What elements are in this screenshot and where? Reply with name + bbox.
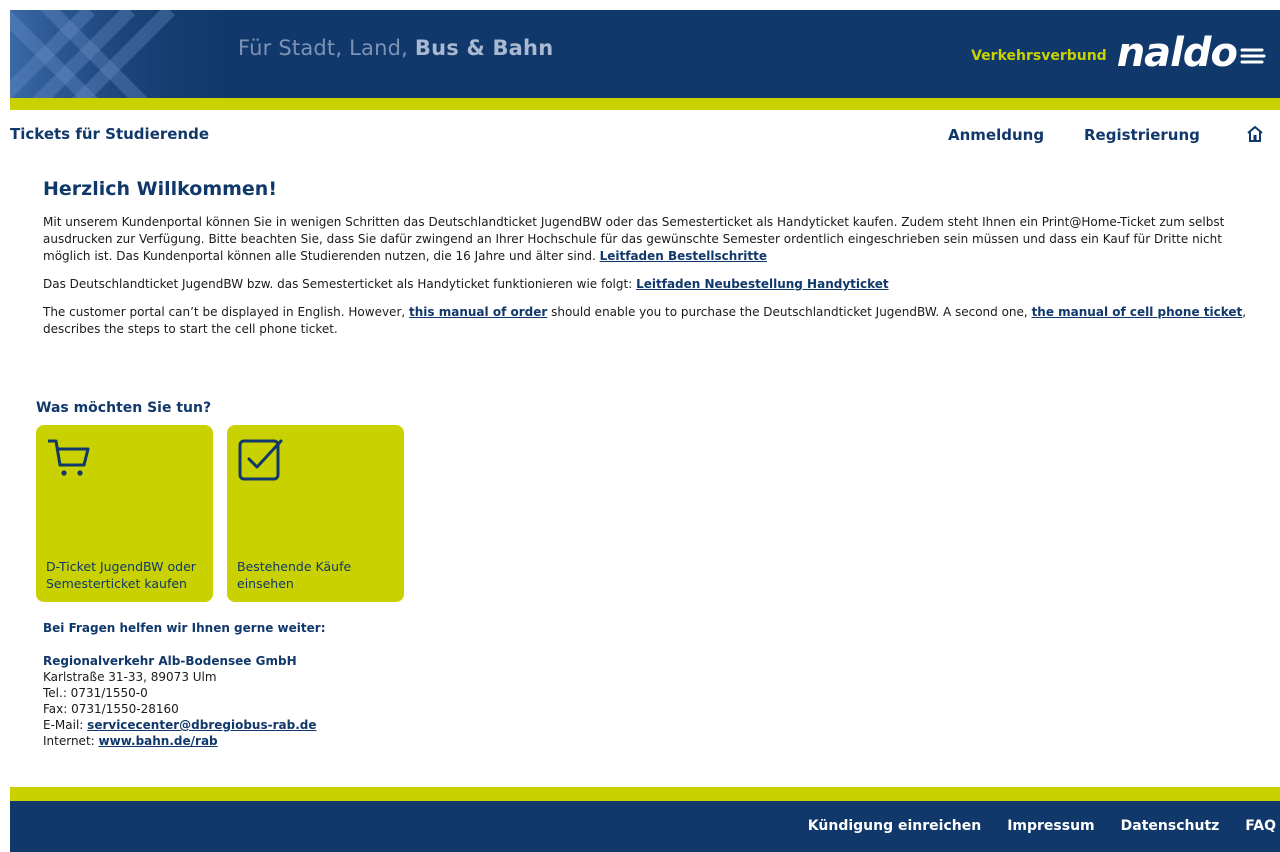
contact-block: Bei Fragen helfen wir Ihnen gerne weiter… bbox=[43, 620, 543, 749]
welcome-heading: Herzlich Willkommen! bbox=[43, 178, 277, 200]
site-footer: Kündigung einreichen Impressum Datenschu… bbox=[10, 801, 1280, 852]
sub-navigation: Tickets für Studierende Anmeldung Regist… bbox=[10, 122, 1280, 150]
company-email-line: E-Mail: servicecenter@dbregiobus-rab.de bbox=[43, 718, 317, 732]
manual-of-order-link[interactable]: this manual of order bbox=[409, 305, 547, 319]
company-fax: Fax: 0731/1550-28160 bbox=[43, 702, 179, 716]
company-tel: Tel.: 0731/1550-0 bbox=[43, 686, 148, 700]
company-name: Regionalverkehr Alb-Bodensee GmbH bbox=[43, 654, 297, 668]
header-accent-bar bbox=[10, 98, 1280, 110]
header-tagline: Für Stadt, Land, Bus & Bahn bbox=[238, 36, 554, 60]
footer-links: Kündigung einreichen Impressum Datenschu… bbox=[782, 818, 1276, 834]
brand-lines-icon bbox=[1240, 48, 1266, 64]
english-paragraph: The customer portal can’t be displayed i… bbox=[43, 305, 1247, 336]
portal-title: Tickets für Studierende bbox=[10, 125, 210, 143]
manual-cell-phone-link[interactable]: the manual of cell phone ticket bbox=[1032, 305, 1243, 319]
cart-icon bbox=[48, 439, 90, 476]
header-pattern-graphic bbox=[10, 10, 250, 98]
footer-link-imprint[interactable]: Impressum bbox=[1007, 818, 1094, 834]
footer-accent-bar bbox=[10, 787, 1280, 801]
buy-ticket-tile[interactable]: D-Ticket JugendBW oder Semesterticket ka… bbox=[36, 425, 213, 602]
buy-ticket-label: D-Ticket JugendBW oder Semesterticket ka… bbox=[46, 559, 196, 591]
company-internet-line: Internet: www.bahn.de/rab bbox=[43, 734, 218, 748]
contact-heading: Bei Fragen helfen wir Ihnen gerne weiter… bbox=[43, 621, 326, 635]
handyticket-paragraph: Das Deutschlandticket JugendBW bzw. das … bbox=[43, 277, 889, 291]
internet-link[interactable]: www.bahn.de/rab bbox=[99, 734, 218, 748]
company-address: Karlstraße 31-33, 89073 Ulm bbox=[43, 670, 217, 684]
brand-name: naldo bbox=[1116, 30, 1238, 76]
brand-logo[interactable]: Verkehrsverbund naldo bbox=[971, 28, 1266, 78]
email-link[interactable]: servicecenter@dbregiobus-rab.de bbox=[87, 718, 316, 732]
view-purchases-tile[interactable]: Bestehende Käufe einsehen bbox=[227, 425, 404, 602]
footer-link-privacy[interactable]: Datenschutz bbox=[1121, 818, 1220, 834]
home-icon[interactable] bbox=[1245, 124, 1265, 144]
register-link[interactable]: Registrierung bbox=[1084, 126, 1200, 144]
checkbox-icon bbox=[238, 439, 283, 481]
footer-link-faq[interactable]: FAQ bbox=[1245, 818, 1276, 834]
actions-heading: Was möchten Sie tun? bbox=[36, 400, 212, 416]
view-purchases-label: Bestehende Käufe einsehen bbox=[237, 559, 352, 591]
handyticket-guide-link[interactable]: Leitfaden Neubestellung Handyticket bbox=[636, 277, 889, 291]
brand-prefix: Verkehrsverbund bbox=[971, 48, 1107, 64]
order-guide-link[interactable]: Leitfaden Bestellschritte bbox=[600, 249, 767, 263]
footer-link-cancellation[interactable]: Kündigung einreichen bbox=[808, 818, 981, 834]
site-header: Für Stadt, Land, Bus & Bahn Verkehrsverb… bbox=[10, 10, 1280, 98]
main-content: Herzlich Willkommen! Mit unserem Kundenp… bbox=[43, 178, 1248, 349]
login-link[interactable]: Anmeldung bbox=[948, 126, 1044, 144]
intro-paragraph: Mit unserem Kundenportal können Sie in w… bbox=[43, 215, 1225, 263]
